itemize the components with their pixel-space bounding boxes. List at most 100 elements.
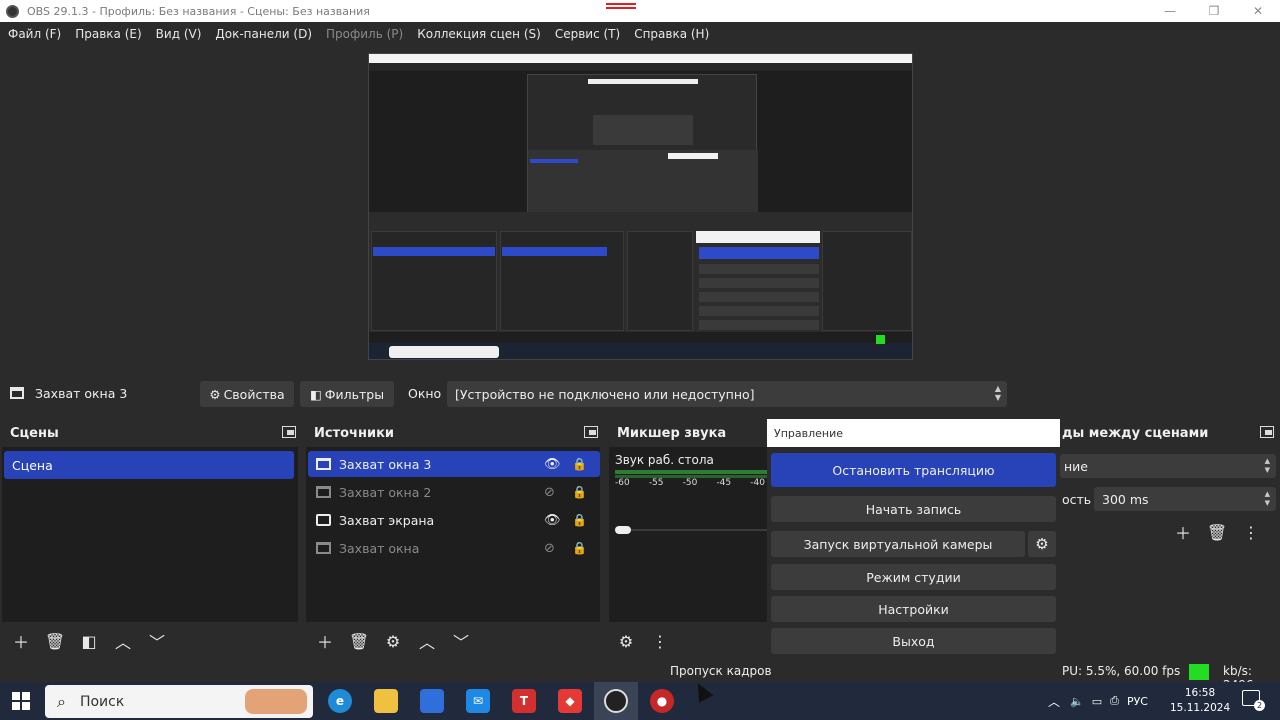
preview-captured-button — [699, 320, 819, 330]
printer-icon[interactable]: ⎙ — [1110, 694, 1119, 708]
windows-start-button[interactable] — [12, 692, 30, 710]
remove-scene-button[interactable]: 🗑 — [38, 626, 72, 656]
microsoft-store-icon[interactable] — [420, 689, 444, 713]
recording-app-icon[interactable]: ● — [650, 689, 674, 713]
properties-button[interactable]: ⚙ Свойства — [200, 381, 294, 407]
lock-icon[interactable]: 🔒 — [572, 541, 587, 555]
language-indicator[interactable]: РУС — [1127, 695, 1148, 708]
close-button[interactable]: ✕ — [1236, 0, 1280, 22]
chevron-up-icon: ︿ — [114, 633, 131, 652]
transition-type-select[interactable]: ние ▲ ▼ — [1060, 454, 1276, 478]
lock-icon[interactable]: 🔒 — [572, 457, 587, 471]
menu-scene-collection[interactable]: Коллекция сцен (S) — [417, 27, 541, 41]
eye-hidden-icon[interactable]: ⊘ — [544, 485, 555, 500]
meter-tick: -40 — [750, 478, 765, 488]
exit-button[interactable]: Выход — [771, 628, 1056, 654]
virtual-camera-settings-button[interactable]: ⚙ — [1028, 531, 1056, 557]
window-select[interactable]: [Устройство не подключено или недоступно… — [447, 381, 1007, 407]
remove-transition-button[interactable]: 🗑 — [1200, 517, 1234, 547]
preview-captured-button — [699, 292, 819, 302]
virtual-camera-button[interactable]: Запуск виртуальной камеры — [771, 531, 1025, 557]
preview-canvas[interactable] — [368, 53, 913, 360]
filters-label: Фильтры — [324, 386, 385, 402]
source-item[interactable]: Захват окна 3 👁 🔒 — [308, 451, 600, 477]
taskbar-clock[interactable]: 16:58 15.11.2024 — [1170, 686, 1230, 716]
sources-dock: Источники Захват окна 3 👁 🔒 Захват окна … — [304, 419, 604, 664]
minimize-button[interactable]: — — [1148, 0, 1192, 22]
move-scene-up-button[interactable]: ︿ — [106, 626, 140, 656]
preview-nested-block — [593, 115, 693, 145]
anydesk-icon[interactable]: ◆ — [558, 689, 582, 713]
menu-docks[interactable]: Док-панели (D) — [215, 27, 312, 41]
menu-profile[interactable]: Профиль (P) — [326, 27, 403, 41]
undock-icon[interactable] — [584, 426, 598, 438]
add-scene-button[interactable]: ＋ — [4, 626, 38, 656]
trash-icon: 🗑 — [348, 631, 370, 651]
taskbar-search-placeholder: Поиск — [79, 693, 125, 710]
chevron-down-icon: ﹀ — [452, 633, 469, 652]
eye-hidden-icon[interactable]: ⊘ — [544, 541, 555, 556]
transitions-dock: ды между сценами ние ▲ ▼ ость 300 ms ▲ ▼ ＋… — [1060, 419, 1280, 664]
eye-icon[interactable]: 👁 — [544, 513, 561, 528]
menu-view[interactable]: Вид (V) — [156, 27, 202, 41]
taskbar-search-box[interactable]: ⌕ Поиск — [45, 685, 313, 718]
move-source-down-button[interactable]: ﹀ — [444, 626, 478, 656]
menu-help[interactable]: Справка (H) — [634, 27, 709, 41]
menu-edit[interactable]: Правка (E) — [75, 27, 141, 41]
source-properties-button[interactable]: ⚙ — [376, 626, 410, 656]
source-item[interactable]: Захват окна 2 ⊘ 🔒 — [308, 479, 600, 505]
plus-icon: ＋ — [12, 633, 29, 652]
move-source-up-button[interactable]: ︿ — [410, 626, 444, 656]
kebab-menu-icon: ⋮ — [652, 631, 668, 651]
source-item[interactable]: Захват экрана 👁 🔒 — [308, 507, 600, 533]
add-source-button[interactable]: ＋ — [308, 626, 342, 656]
lock-icon[interactable]: 🔒 — [572, 513, 587, 527]
mail-icon[interactable]: ✉ — [466, 689, 490, 713]
scene-filters-button[interactable]: ◧ — [72, 626, 106, 656]
obs-taskbar-icon[interactable] — [604, 689, 628, 713]
undock-icon[interactable] — [282, 426, 296, 438]
studio-mode-button[interactable]: Режим студии — [771, 564, 1056, 590]
volume-fader-track[interactable] — [615, 529, 767, 531]
gear-icon: ⚙ — [209, 386, 221, 402]
notification-badge-icon: 2 — [1254, 700, 1265, 711]
text-editor-icon[interactable]: T — [512, 689, 536, 713]
move-scene-down-button[interactable]: ﹀ — [140, 626, 174, 656]
add-transition-button[interactable]: ＋ — [1166, 517, 1200, 547]
start-record-label: Начать запись — [865, 501, 962, 517]
dropped-frames-label: Пропуск кадров — [670, 664, 772, 678]
lock-icon[interactable]: 🔒 — [572, 485, 587, 499]
volume-fader-handle[interactable] — [615, 526, 631, 534]
filters-button[interactable]: ◧ Фильтры — [300, 381, 394, 407]
edge-browser-icon[interactable]: e — [328, 689, 352, 713]
source-item-label: Захват окна — [339, 540, 420, 556]
start-record-button[interactable]: Начать запись — [771, 496, 1056, 522]
stop-stream-button[interactable]: Остановить трансляцию — [771, 453, 1056, 487]
transition-duration-input[interactable]: 300 ms ▲ ▼ — [1094, 487, 1276, 511]
preview-captured-source-selected — [502, 247, 607, 256]
network-icon[interactable]: ▭ — [1092, 695, 1102, 708]
speaker-icon[interactable]: 🔈 — [1070, 695, 1084, 708]
window-capture-icon — [316, 486, 331, 498]
preview-captured-button — [699, 278, 819, 288]
menu-tools[interactable]: Сервис (T) — [555, 27, 620, 41]
source-item[interactable]: Захват окна ⊘ 🔒 — [308, 535, 600, 561]
gear-icon: ⚙ — [1035, 535, 1049, 553]
window-drag-indicator-icon — [606, 0, 636, 9]
scene-item[interactable]: Сцена — [4, 451, 294, 479]
window-capture-icon — [10, 387, 24, 399]
transitions-title: ды между сценами — [1062, 425, 1209, 441]
remove-source-button[interactable]: 🗑 — [342, 626, 376, 656]
chevron-up-icon[interactable]: ︿ — [1048, 693, 1060, 710]
undock-icon[interactable] — [1260, 426, 1274, 438]
transition-menu-button[interactable]: ⋮ — [1234, 517, 1268, 547]
eye-icon[interactable]: 👁 — [544, 457, 561, 472]
mixer-settings-button[interactable]: ⚙ — [609, 626, 643, 656]
mixer-menu-button[interactable]: ⋮ — [643, 626, 677, 656]
file-explorer-icon[interactable] — [374, 689, 398, 713]
restore-button[interactable]: ❐ — [1192, 0, 1236, 22]
menu-file[interactable]: Файл (F) — [8, 27, 61, 41]
stop-stream-label: Остановить трансляцию — [832, 462, 995, 478]
settings-button[interactable]: Настройки — [771, 596, 1056, 622]
notifications-icon[interactable]: 2 — [1242, 690, 1265, 711]
